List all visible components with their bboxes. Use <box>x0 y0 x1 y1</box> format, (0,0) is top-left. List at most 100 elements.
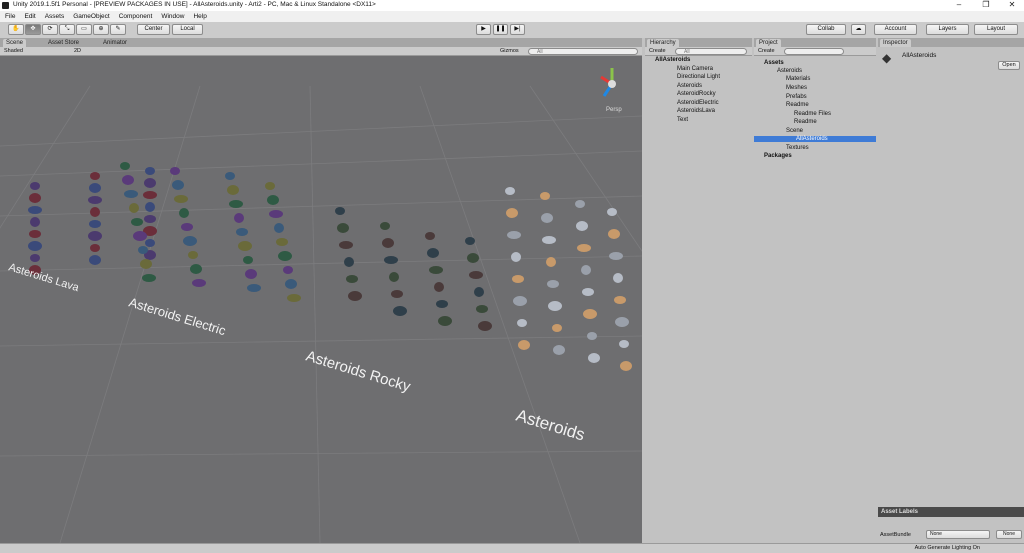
asteroid-model[interactable] <box>88 231 102 241</box>
asteroid-model[interactable] <box>546 257 556 267</box>
project-file[interactable]: Readme <box>794 119 817 125</box>
project-folder[interactable]: Readme <box>786 102 809 108</box>
project-assets-folder[interactable]: Assets <box>764 60 784 66</box>
close-button[interactable]: ✕ <box>1001 0 1023 11</box>
move-tool-button[interactable]: ✥ <box>25 24 41 35</box>
asteroid-model[interactable] <box>174 195 188 203</box>
asteroid-model[interactable] <box>608 229 620 239</box>
asteroid-model[interactable] <box>225 172 235 180</box>
asteroid-model[interactable] <box>120 162 130 170</box>
asteroid-model[interactable] <box>553 345 565 355</box>
asteroid-model[interactable] <box>274 223 284 233</box>
asteroid-model[interactable] <box>344 257 354 267</box>
hierarchy-item[interactable]: Asteroids <box>677 83 702 89</box>
asteroid-model[interactable] <box>131 218 143 226</box>
asteroid-model[interactable] <box>613 273 623 283</box>
hierarchy-item[interactable]: AsteroidElectric <box>677 100 719 106</box>
asteroid-model[interactable] <box>583 309 597 319</box>
asteroid-model[interactable] <box>577 244 591 252</box>
asteroid-model[interactable] <box>234 213 244 223</box>
asteroid-model[interactable] <box>133 231 147 241</box>
layers-dropdown[interactable]: Layers <box>926 24 969 35</box>
asteroid-model[interactable] <box>393 306 407 316</box>
asteroid-model[interactable] <box>541 213 553 223</box>
asteroid-model[interactable] <box>90 244 100 252</box>
asteroid-model[interactable] <box>243 256 253 264</box>
asteroid-model[interactable] <box>391 290 403 298</box>
asteroid-model[interactable] <box>607 208 617 216</box>
asteroid-model[interactable] <box>615 317 629 327</box>
asteroid-model[interactable] <box>30 217 40 227</box>
asteroid-model[interactable] <box>506 208 518 218</box>
hand-tool-button[interactable]: ✋ <box>8 24 24 35</box>
rect-tool-button[interactable]: ▭ <box>76 24 92 35</box>
tab-project[interactable]: Project <box>756 39 781 47</box>
asteroid-model[interactable] <box>389 272 399 282</box>
collab-dropdown[interactable]: Collab <box>806 24 846 35</box>
transform-tool-button[interactable]: ⊕ <box>93 24 109 35</box>
asteroid-model[interactable] <box>269 210 283 218</box>
asteroid-model[interactable] <box>335 207 345 215</box>
asteroid-model[interactable] <box>170 167 180 175</box>
menu-file[interactable]: File <box>0 11 19 20</box>
hierarchy-item[interactable]: Main Camera <box>677 66 713 72</box>
asteroid-model[interactable] <box>337 223 349 233</box>
asteroid-model[interactable] <box>382 238 394 248</box>
asteroid-model[interactable] <box>138 246 148 254</box>
asteroid-model[interactable] <box>29 230 41 238</box>
asteroid-model[interactable] <box>609 252 623 260</box>
asteroid-model[interactable] <box>30 182 40 190</box>
asteroid-model[interactable] <box>144 178 156 188</box>
menu-gameobject[interactable]: GameObject <box>68 11 114 20</box>
asteroid-model[interactable] <box>179 208 189 218</box>
pivot-center-button[interactable]: Center <box>137 24 170 35</box>
asteroid-model[interactable] <box>429 266 443 274</box>
asset-bundle-dropdown[interactable]: None <box>926 530 990 539</box>
open-button[interactable]: Open <box>998 61 1020 70</box>
asteroid-model[interactable] <box>190 264 202 274</box>
hierarchy-search-input[interactable]: All <box>675 48 747 55</box>
maximize-button[interactable]: ❐ <box>975 0 997 11</box>
menu-assets[interactable]: Assets <box>40 11 69 20</box>
asteroid-model[interactable] <box>142 274 156 282</box>
asteroid-model[interactable] <box>339 241 353 249</box>
tab-asset-store[interactable]: Asset Store <box>45 39 82 47</box>
asteroid-model[interactable] <box>384 256 398 264</box>
tab-hierarchy[interactable]: Hierarchy <box>647 39 679 47</box>
asteroid-model[interactable] <box>28 206 42 214</box>
project-folder[interactable]: Scene <box>786 128 803 134</box>
pivot-local-button[interactable]: Local <box>172 24 203 35</box>
scale-tool-button[interactable]: ⤡ <box>59 24 75 35</box>
asteroid-model[interactable] <box>547 280 559 288</box>
menu-help[interactable]: Help <box>188 11 210 20</box>
asteroid-model[interactable] <box>188 251 198 259</box>
asteroid-model[interactable] <box>548 301 562 311</box>
asteroid-model[interactable] <box>287 294 301 302</box>
step-button[interactable]: ▶| <box>510 24 525 35</box>
asteroid-model[interactable] <box>346 275 358 283</box>
asteroid-model[interactable] <box>129 203 139 213</box>
asset-variant-dropdown[interactable]: None <box>996 530 1022 539</box>
rotate-tool-button[interactable]: ⟳ <box>42 24 58 35</box>
project-scene-file[interactable]: AllAsteroids <box>754 136 876 142</box>
asteroid-model[interactable] <box>181 223 193 231</box>
asteroid-model[interactable] <box>29 193 41 203</box>
asteroid-model[interactable] <box>467 253 479 263</box>
asteroid-model[interactable] <box>436 300 448 308</box>
project-folder[interactable]: Meshes <box>786 85 807 91</box>
asteroid-model[interactable] <box>227 185 239 195</box>
asteroid-model[interactable] <box>192 279 206 287</box>
asteroid-model[interactable] <box>465 237 475 245</box>
asteroid-model[interactable] <box>619 340 629 348</box>
asteroid-model[interactable] <box>278 251 292 261</box>
account-dropdown[interactable]: Account <box>874 24 917 35</box>
asteroid-model[interactable] <box>505 187 515 195</box>
asteroid-model[interactable] <box>145 239 155 247</box>
asteroid-model[interactable] <box>478 321 492 331</box>
asteroid-model[interactable] <box>476 305 488 313</box>
project-search-input[interactable] <box>784 48 844 55</box>
asteroid-model[interactable] <box>247 284 261 292</box>
hierarchy-create-button[interactable]: Create <box>649 48 666 54</box>
asteroid-model[interactable] <box>474 287 484 297</box>
asteroid-model[interactable] <box>575 200 585 208</box>
